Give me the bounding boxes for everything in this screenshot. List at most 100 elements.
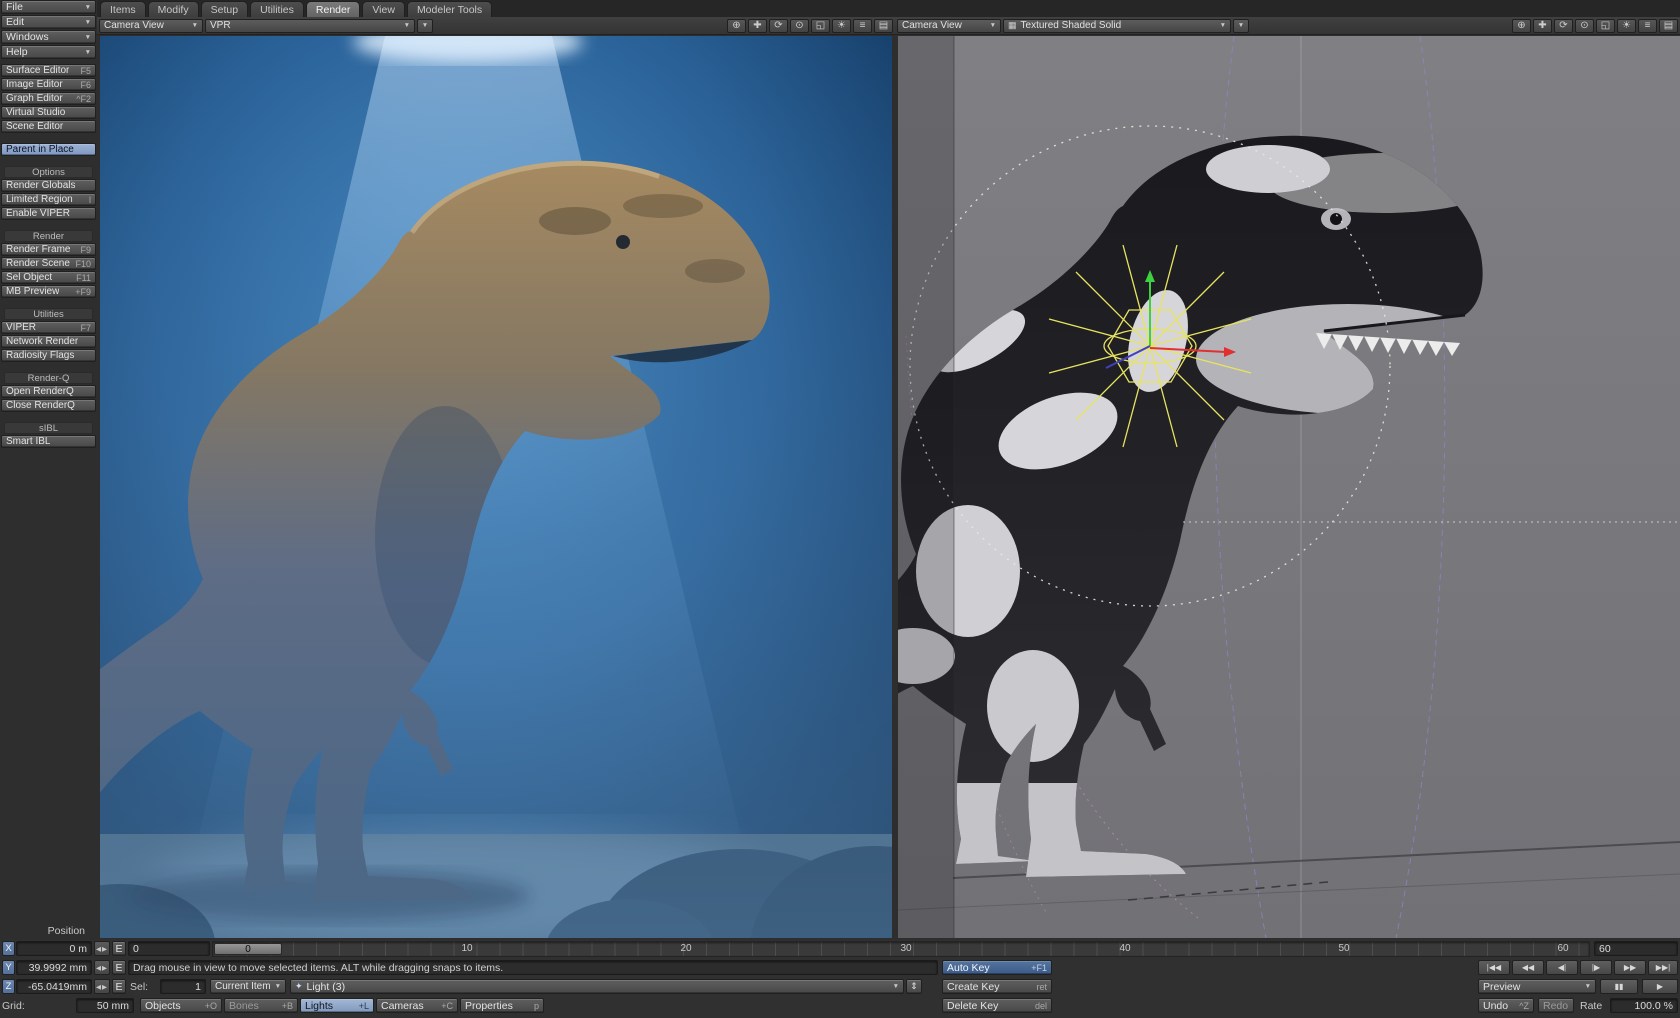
tab-utilities[interactable]: Utilities xyxy=(250,1,304,17)
frame-slider-handle[interactable]: 0 xyxy=(214,943,282,955)
render-mode-dropdown[interactable]: ▦Textured Shaded Solid▼ xyxy=(1003,19,1231,33)
cameras-mode-button[interactable]: Cameras+C xyxy=(376,998,458,1013)
view-type-dropdown[interactable]: Camera View▼ xyxy=(99,19,203,33)
preview-button[interactable]: Preview▼ xyxy=(1478,979,1596,994)
rotate-view-icon[interactable]: ⟳ xyxy=(769,19,788,33)
menu-help[interactable]: Help▼ xyxy=(1,45,96,59)
step-forward-frame-button[interactable]: |▶ xyxy=(1580,960,1612,975)
auto-key-button[interactable]: Auto Key+F1 xyxy=(942,960,1052,975)
properties-button[interactable]: Propertiesp xyxy=(460,998,544,1013)
minimize-viewport-icon[interactable]: ◱ xyxy=(811,19,830,33)
render-mode-dropdown[interactable]: VPR▼ xyxy=(205,19,415,33)
sidebar-section-options: Options xyxy=(4,166,93,178)
render-mode-value: Textured Shaded Solid xyxy=(1021,20,1122,31)
step-back-frame-button[interactable]: ◀| xyxy=(1546,960,1578,975)
zoom-icon[interactable]: ⊙ xyxy=(1575,19,1594,33)
sidebar-item-radiosity-flags[interactable]: Radiosity Flags xyxy=(1,349,96,362)
zoom-icon[interactable]: ⊙ xyxy=(790,19,809,33)
tab-modeler-tools[interactable]: Modeler Tools xyxy=(407,1,492,17)
step-forward-keyframe-button[interactable]: ▶▶ xyxy=(1614,960,1646,975)
viewport-layout-icon[interactable]: ▤ xyxy=(874,19,893,33)
viewport-menu-dropdown[interactable]: ▼ xyxy=(1233,19,1249,33)
sidebar-item-open-renderq[interactable]: Open RenderQ xyxy=(1,385,96,398)
viewport-layout-icon[interactable]: ▤ xyxy=(1659,19,1678,33)
center-item-icon[interactable]: ⊕ xyxy=(1512,19,1531,33)
x-channel-button[interactable]: X xyxy=(2,941,15,956)
headlight-icon[interactable]: ☀ xyxy=(1617,19,1636,33)
sidebar-item-enable-viper[interactable]: Enable VIPER xyxy=(1,207,96,220)
create-key-button[interactable]: Create Keyret xyxy=(942,979,1052,994)
headlight-icon[interactable]: ☀ xyxy=(832,19,851,33)
menu-edit[interactable]: Edit▼ xyxy=(1,15,96,29)
vpr-render-canvas[interactable] xyxy=(100,36,892,938)
y-envelope-button[interactable]: E xyxy=(112,960,126,975)
shortcut: F9 xyxy=(76,245,91,255)
z-channel-button[interactable]: Z xyxy=(2,979,15,994)
pan-icon[interactable]: ✚ xyxy=(748,19,767,33)
sidebar-item-viper[interactable]: VIPERF7 xyxy=(1,321,96,334)
tab-modify[interactable]: Modify xyxy=(148,1,199,17)
sidebar-item-smart-ibl[interactable]: Smart IBL xyxy=(1,435,96,448)
sidebar-item-sel-object[interactable]: Sel ObjectF11 xyxy=(1,271,96,284)
x-value-field[interactable]: 0 m xyxy=(16,941,92,956)
lights-mode-button[interactable]: Lights+L xyxy=(300,998,374,1013)
sidebar-item-close-renderq[interactable]: Close RenderQ xyxy=(1,399,96,412)
z-value-field[interactable]: -65.0419mm xyxy=(16,979,92,994)
step-back-keyframe-button[interactable]: ◀◀ xyxy=(1512,960,1544,975)
shaded-view-canvas[interactable] xyxy=(898,36,1680,938)
sidebar-item-surface-editor[interactable]: Surface EditorF5 xyxy=(1,64,96,77)
start-frame-input[interactable]: 0 xyxy=(128,941,210,956)
status-message: Drag mouse in view to move selected item… xyxy=(128,960,938,975)
y-channel-button[interactable]: Y xyxy=(2,960,15,975)
sidebar-item-render-globals[interactable]: Render Globals xyxy=(1,179,96,192)
sidebar-item-scene-editor[interactable]: Scene Editor xyxy=(1,120,96,133)
viewport-options-icon[interactable]: ≡ xyxy=(1638,19,1657,33)
tab-render[interactable]: Render xyxy=(306,1,360,17)
viewport-menu-dropdown[interactable]: ▼ xyxy=(417,19,433,33)
view-type-dropdown[interactable]: Camera View▼ xyxy=(897,19,1001,33)
undo-button[interactable]: Undo^Z xyxy=(1478,998,1534,1013)
menu-file[interactable]: File▼ xyxy=(1,0,96,14)
pan-icon[interactable]: ✚ xyxy=(1533,19,1552,33)
label: Preview xyxy=(1483,981,1520,993)
sidebar-item-render-scene[interactable]: Render SceneF10 xyxy=(1,257,96,270)
end-frame-input[interactable]: 60 xyxy=(1594,941,1678,956)
x-envelope-button[interactable]: E xyxy=(112,941,126,956)
sidebar-item-mb-preview[interactable]: MB Preview+F9 xyxy=(1,285,96,298)
sidebar-item-virtual-studio[interactable]: Virtual Studio xyxy=(1,106,96,119)
tab-items[interactable]: Items xyxy=(100,1,146,17)
z-envelope-button[interactable]: E xyxy=(112,979,126,994)
y-stepper[interactable]: ◀▶ xyxy=(94,960,110,975)
bones-mode-button[interactable]: Bones+B xyxy=(224,998,298,1013)
x-stepper[interactable]: ◀▶ xyxy=(94,941,110,956)
menu-windows[interactable]: Windows▼ xyxy=(1,30,96,44)
chevron-down-icon: ▼ xyxy=(271,983,281,990)
z-stepper[interactable]: ◀▶ xyxy=(94,979,110,994)
play-button[interactable]: ▶ xyxy=(1642,979,1678,994)
delete-key-button[interactable]: Delete Keydel xyxy=(942,998,1052,1013)
jump-end-button[interactable]: ▶▶| xyxy=(1648,960,1678,975)
lightwave-layout-window: File▼ Edit▼ Windows▼ Help▼ Surface Edito… xyxy=(0,0,1680,1018)
minimize-viewport-icon[interactable]: ◱ xyxy=(1596,19,1615,33)
current-item-dropdown[interactable]: ✦Light (3)▼ xyxy=(290,979,904,994)
label: VIPER xyxy=(6,322,36,333)
sidebar-item-graph-editor[interactable]: Graph Editor^F2 xyxy=(1,92,96,105)
sidebar-item-network-render[interactable]: Network Render xyxy=(1,335,96,348)
tab-setup[interactable]: Setup xyxy=(201,1,248,17)
rotate-view-icon[interactable]: ⟳ xyxy=(1554,19,1573,33)
y-value-field[interactable]: 39.9992 mm xyxy=(16,960,92,975)
pause-button[interactable]: ▮▮ xyxy=(1600,979,1638,994)
center-item-icon[interactable]: ⊕ xyxy=(727,19,746,33)
tab-view[interactable]: View xyxy=(362,1,405,17)
sidebar-item-limited-region[interactable]: Limited Regionl xyxy=(1,193,96,206)
item-scroll-button[interactable]: ⇕ xyxy=(906,979,922,994)
sidebar-item-render-frame[interactable]: Render FrameF9 xyxy=(1,243,96,256)
sidebar-item-image-editor[interactable]: Image EditorF6 xyxy=(1,78,96,91)
objects-mode-button[interactable]: Objects+O xyxy=(140,998,222,1013)
timeline-ruler[interactable]: 10 20 30 40 50 60 0 xyxy=(212,941,1590,957)
current-item-button[interactable]: Current Item▼ xyxy=(210,979,286,994)
sidebar-item-parent-in-place[interactable]: Parent in Place xyxy=(1,143,96,156)
jump-start-button[interactable]: |◀◀ xyxy=(1478,960,1510,975)
viewport-options-icon[interactable]: ≡ xyxy=(853,19,872,33)
redo-button[interactable]: Redo xyxy=(1538,998,1574,1013)
